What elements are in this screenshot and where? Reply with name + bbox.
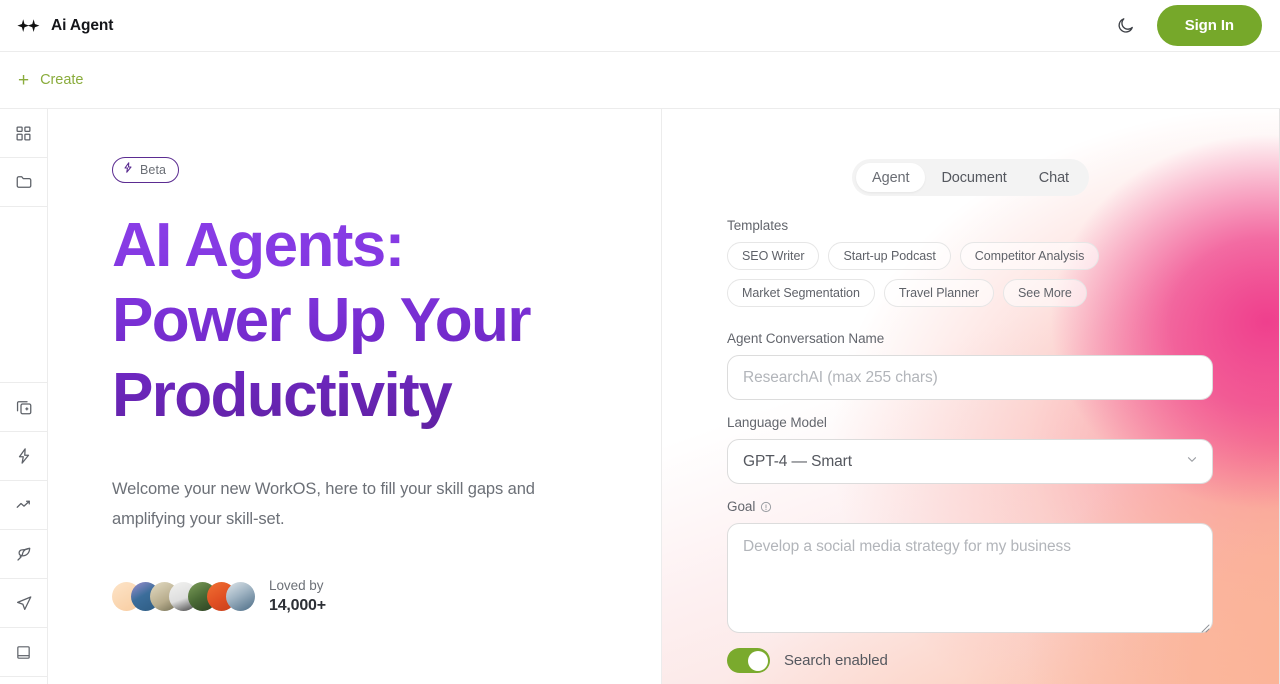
loved-by-count: 14,000+	[269, 597, 326, 615]
template-chip-list: SEO Writer Start-up Podcast Competitor A…	[727, 242, 1213, 307]
moon-icon[interactable]	[1109, 9, 1143, 43]
search-enabled-toggle[interactable]	[727, 648, 770, 673]
goal-textarea-wrap	[727, 523, 1213, 633]
sparkles-icon	[16, 18, 42, 34]
top-bar: Ai Agent Sign In	[0, 0, 1280, 52]
language-model-select-wrap: GPT-4 — Smart	[727, 439, 1213, 484]
template-chip-startup-podcast[interactable]: Start-up Podcast	[828, 242, 951, 270]
info-circle-icon[interactable]	[760, 501, 772, 513]
hero-title-line-2: Power Up Your	[112, 286, 530, 355]
avatar-group	[112, 582, 255, 612]
panel-content: Agent Document Chat Templates SEO Writer…	[662, 109, 1279, 673]
sidebar	[0, 109, 48, 684]
beta-badge: Beta	[112, 157, 180, 183]
create-bar: + Create	[0, 52, 1280, 109]
loved-by-text: Loved by 14,000+	[269, 577, 326, 617]
sign-in-button[interactable]: Sign In	[1156, 5, 1262, 46]
avatar	[226, 582, 255, 612]
hero-subtitle: Welcome your new WorkOS, here to fill yo…	[112, 480, 535, 528]
goal-textarea[interactable]	[727, 523, 1213, 633]
sidebar-item-automations[interactable]	[0, 432, 47, 481]
sidebar-item-analytics[interactable]	[0, 481, 47, 530]
brand-logo[interactable]: Ai Agent	[16, 17, 113, 35]
sidebar-item-library[interactable]	[0, 628, 47, 677]
plus-icon: +	[18, 69, 30, 91]
goal-label-text: Goal	[727, 499, 756, 514]
lightning-bolt-icon	[122, 161, 134, 179]
language-model-value: GPT-4 — Smart	[743, 452, 852, 470]
page-title: AI Agents: Power Up Your Productivity	[112, 208, 582, 433]
language-model-select[interactable]: GPT-4 — Smart	[727, 439, 1213, 484]
toggle-knob	[747, 650, 768, 671]
sidebar-item-duplicate[interactable]	[0, 383, 47, 432]
templates-label: Templates	[727, 218, 789, 233]
template-chip-seo-writer[interactable]: SEO Writer	[727, 242, 820, 270]
search-toggle-row: Search enabled	[727, 648, 1214, 673]
sidebar-spacer	[0, 207, 47, 383]
tab-chat[interactable]: Chat	[1023, 163, 1085, 192]
tab-agent[interactable]: Agent	[856, 163, 926, 192]
tab-document[interactable]: Document	[925, 163, 1022, 192]
hero-section: Beta AI Agents: Power Up Your Productivi…	[48, 109, 662, 684]
app-root: Ai Agent Sign In + Create Beta AI Agents…	[0, 0, 1280, 684]
language-model-label: Language Model	[727, 415, 827, 430]
create-button[interactable]: + Create	[14, 67, 87, 94]
beta-label: Beta	[140, 163, 167, 177]
top-bar-actions: Sign In	[1109, 5, 1262, 46]
agent-form-panel: Agent Document Chat Templates SEO Writer…	[662, 109, 1280, 684]
social-proof: Loved by 14,000+	[112, 577, 661, 617]
body-area: Beta AI Agents: Power Up Your Productivi…	[0, 109, 1280, 684]
conversation-name-section: Agent Conversation Name	[727, 331, 1214, 400]
sidebar-item-write[interactable]	[0, 530, 47, 579]
search-enabled-label: Search enabled	[784, 652, 888, 669]
hero-title-line-1: AI Agents:	[112, 211, 404, 280]
conversation-name-label: Agent Conversation Name	[727, 331, 885, 346]
sidebar-item-folder[interactable]	[0, 158, 47, 207]
language-model-section: Language Model GPT-4 — Smart	[727, 415, 1214, 484]
sidebar-item-dashboard[interactable]	[0, 109, 47, 158]
brand-title: Ai Agent	[51, 16, 114, 34]
loved-by-label: Loved by	[269, 578, 324, 593]
conversation-name-input[interactable]	[727, 355, 1213, 400]
goal-section: Goal	[727, 499, 1214, 633]
template-chip-market-segmentation[interactable]: Market Segmentation	[727, 279, 875, 307]
template-chip-see-more[interactable]: See More	[1003, 279, 1087, 307]
mode-tabs: Agent Document Chat	[852, 159, 1089, 196]
goal-label: Goal	[727, 499, 1214, 514]
template-chip-competitor-analysis[interactable]: Competitor Analysis	[959, 242, 1100, 270]
template-chip-travel-planner[interactable]: Travel Planner	[883, 279, 994, 307]
templates-section: Templates SEO Writer Start-up Podcast Co…	[727, 218, 1214, 307]
create-label: Create	[40, 72, 84, 88]
sidebar-item-send[interactable]	[0, 579, 47, 628]
hero-title-line-3: Productivity	[112, 361, 452, 430]
